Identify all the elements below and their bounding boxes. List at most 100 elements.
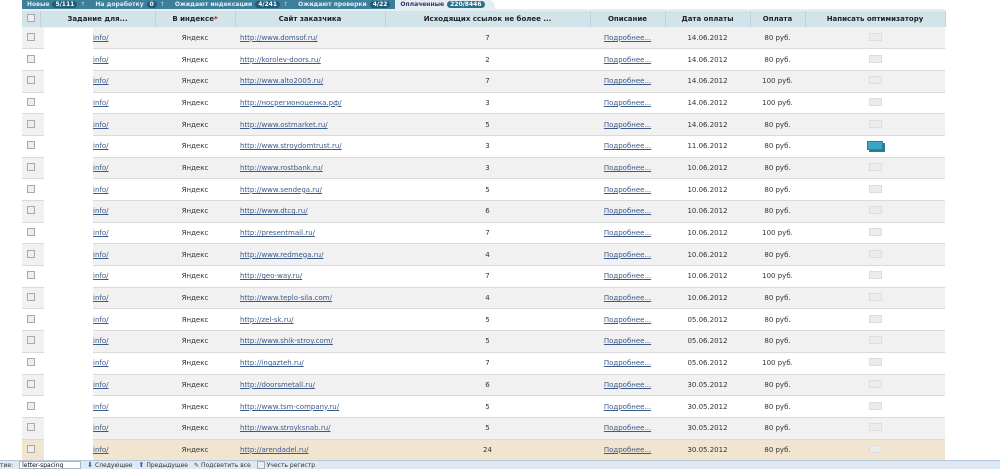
details-link[interactable]: Подробнее... <box>604 337 651 345</box>
task-link[interactable]: info/ <box>93 446 109 454</box>
site-link[interactable]: http://arendadel.ru/ <box>240 446 309 454</box>
details-link[interactable]: Подробнее... <box>604 77 651 85</box>
details-link[interactable]: Подробнее... <box>604 446 651 454</box>
envelope-icon[interactable] <box>868 314 882 323</box>
row-checkbox[interactable] <box>22 395 40 418</box>
envelope-icon[interactable] <box>868 423 882 432</box>
row-checkbox[interactable] <box>22 417 40 440</box>
select-all-checkbox[interactable] <box>22 11 41 27</box>
details-link[interactable]: Подробнее... <box>604 56 651 64</box>
envelope-icon[interactable] <box>868 119 882 128</box>
details-link[interactable]: Подробнее... <box>604 403 651 411</box>
task-link[interactable]: info/ <box>93 142 109 150</box>
site-link[interactable]: http://www.rostbank.ru/ <box>240 164 323 172</box>
row-checkbox[interactable] <box>22 200 40 223</box>
envelope-icon[interactable] <box>868 206 882 215</box>
row-checkbox[interactable] <box>22 113 40 136</box>
header-site[interactable]: Сайт заказчика <box>235 11 386 27</box>
site-link[interactable]: http://www.shik-stroy.com/ <box>240 337 333 345</box>
match-case-checkbox[interactable]: Учесть регистр <box>256 461 315 469</box>
header-task[interactable]: Задание для... <box>40 11 156 27</box>
site-link[interactable]: http://doorsmetall.ru/ <box>240 381 315 389</box>
header-links[interactable]: Исходящих ссылок не более ... <box>385 11 591 27</box>
site-link[interactable]: http://presentmail.ru/ <box>240 229 315 237</box>
task-link[interactable]: info/ <box>93 381 109 389</box>
site-link[interactable]: http://www.ostmarket.ru/ <box>240 121 328 129</box>
task-link[interactable]: info/ <box>93 99 109 107</box>
envelope-icon[interactable] <box>868 293 882 302</box>
row-checkbox[interactable] <box>22 243 40 267</box>
site-link[interactable]: http://geo-way.ru/ <box>240 272 302 280</box>
details-link[interactable]: Подробнее... <box>604 186 651 194</box>
task-link[interactable]: info/ <box>93 56 109 64</box>
details-link[interactable]: Подробнее... <box>604 34 651 42</box>
task-link[interactable]: info/ <box>93 164 109 172</box>
details-link[interactable]: Подробнее... <box>604 142 651 150</box>
site-link[interactable]: http://www.stroyksnab.ru/ <box>240 424 331 432</box>
row-checkbox[interactable] <box>22 308 40 332</box>
site-link[interactable]: http://www.dtcg.ru/ <box>240 207 308 215</box>
envelope-icon[interactable] <box>868 336 882 345</box>
tab-0[interactable]: Новые 5/111 ↑ <box>22 0 91 9</box>
header-date[interactable]: Дата оплаты <box>665 11 751 27</box>
header-payment[interactable]: Оплата <box>750 11 806 27</box>
site-link[interactable]: http://zel-sk.ru/ <box>240 316 294 324</box>
row-checkbox[interactable] <box>22 48 40 71</box>
row-checkbox[interactable] <box>22 352 40 375</box>
task-link[interactable]: info/ <box>93 316 109 324</box>
site-link[interactable]: http://ingazteh.ru/ <box>240 359 304 367</box>
details-link[interactable]: Подробнее... <box>604 164 651 172</box>
details-link[interactable]: Подробнее... <box>604 272 651 280</box>
row-checkbox[interactable] <box>22 27 40 50</box>
envelope-icon[interactable] <box>868 76 882 85</box>
task-link[interactable]: info/ <box>93 251 109 259</box>
task-link[interactable]: info/ <box>93 272 109 280</box>
task-link[interactable]: info/ <box>93 207 109 215</box>
details-link[interactable]: Подробнее... <box>604 381 651 389</box>
envelope-icon[interactable] <box>868 228 882 237</box>
envelope-icon[interactable] <box>868 249 882 258</box>
row-checkbox[interactable] <box>22 439 40 462</box>
row-checkbox[interactable] <box>22 374 40 397</box>
find-next-button[interactable]: ⬇ Следующее <box>87 461 132 469</box>
row-checkbox[interactable] <box>22 70 40 93</box>
envelope-icon[interactable] <box>868 271 882 280</box>
row-checkbox[interactable] <box>22 92 40 115</box>
details-link[interactable]: Подробнее... <box>604 316 651 324</box>
find-prev-button[interactable]: ⬆ Предыдущее <box>138 461 188 469</box>
task-link[interactable]: info/ <box>93 294 109 302</box>
task-link[interactable]: info/ <box>93 229 109 237</box>
envelope-icon[interactable] <box>868 358 882 367</box>
find-input[interactable] <box>19 461 82 469</box>
envelope-icon[interactable] <box>868 401 882 410</box>
site-link[interactable]: http://www.teplo-sila.com/ <box>240 294 332 302</box>
task-link[interactable]: info/ <box>93 424 109 432</box>
envelope-icon[interactable] <box>868 97 882 106</box>
site-link[interactable]: http://www.alto2005.ru/ <box>240 77 323 85</box>
task-link[interactable]: info/ <box>93 359 109 367</box>
envelope-icon[interactable] <box>868 444 882 453</box>
row-checkbox[interactable] <box>22 222 40 245</box>
envelope-icon[interactable] <box>868 162 882 171</box>
site-link[interactable]: http://www.redmega.ru/ <box>240 251 323 259</box>
envelope-icon[interactable] <box>868 32 882 41</box>
row-checkbox[interactable] <box>22 265 40 288</box>
row-checkbox[interactable] <box>22 178 40 201</box>
tab-2[interactable]: Ожидают индексации 4/241 ↑ <box>169 0 294 9</box>
row-checkbox[interactable] <box>22 157 40 180</box>
site-link[interactable]: http://korolev-doors.ru/ <box>240 56 321 64</box>
details-link[interactable]: Подробнее... <box>604 424 651 432</box>
details-link[interactable]: Подробнее... <box>604 207 651 215</box>
site-link[interactable]: http://носрегионоценка.рф/ <box>240 99 341 107</box>
task-link[interactable]: info/ <box>93 403 109 411</box>
highlight-all-button[interactable]: ✎ Подсветить все <box>194 462 251 469</box>
task-link[interactable]: info/ <box>93 337 109 345</box>
details-link[interactable]: Подробнее... <box>604 359 651 367</box>
tab-3[interactable]: Ожидают проверки 4/22 <box>293 0 396 9</box>
details-link[interactable]: Подробнее... <box>604 121 651 129</box>
header-index[interactable]: В индексе* <box>155 11 236 27</box>
site-link[interactable]: http://www.sendega.ru/ <box>240 186 322 194</box>
details-link[interactable]: Подробнее... <box>604 251 651 259</box>
details-link[interactable]: Подробнее... <box>604 229 651 237</box>
details-link[interactable]: Подробнее... <box>604 294 651 302</box>
